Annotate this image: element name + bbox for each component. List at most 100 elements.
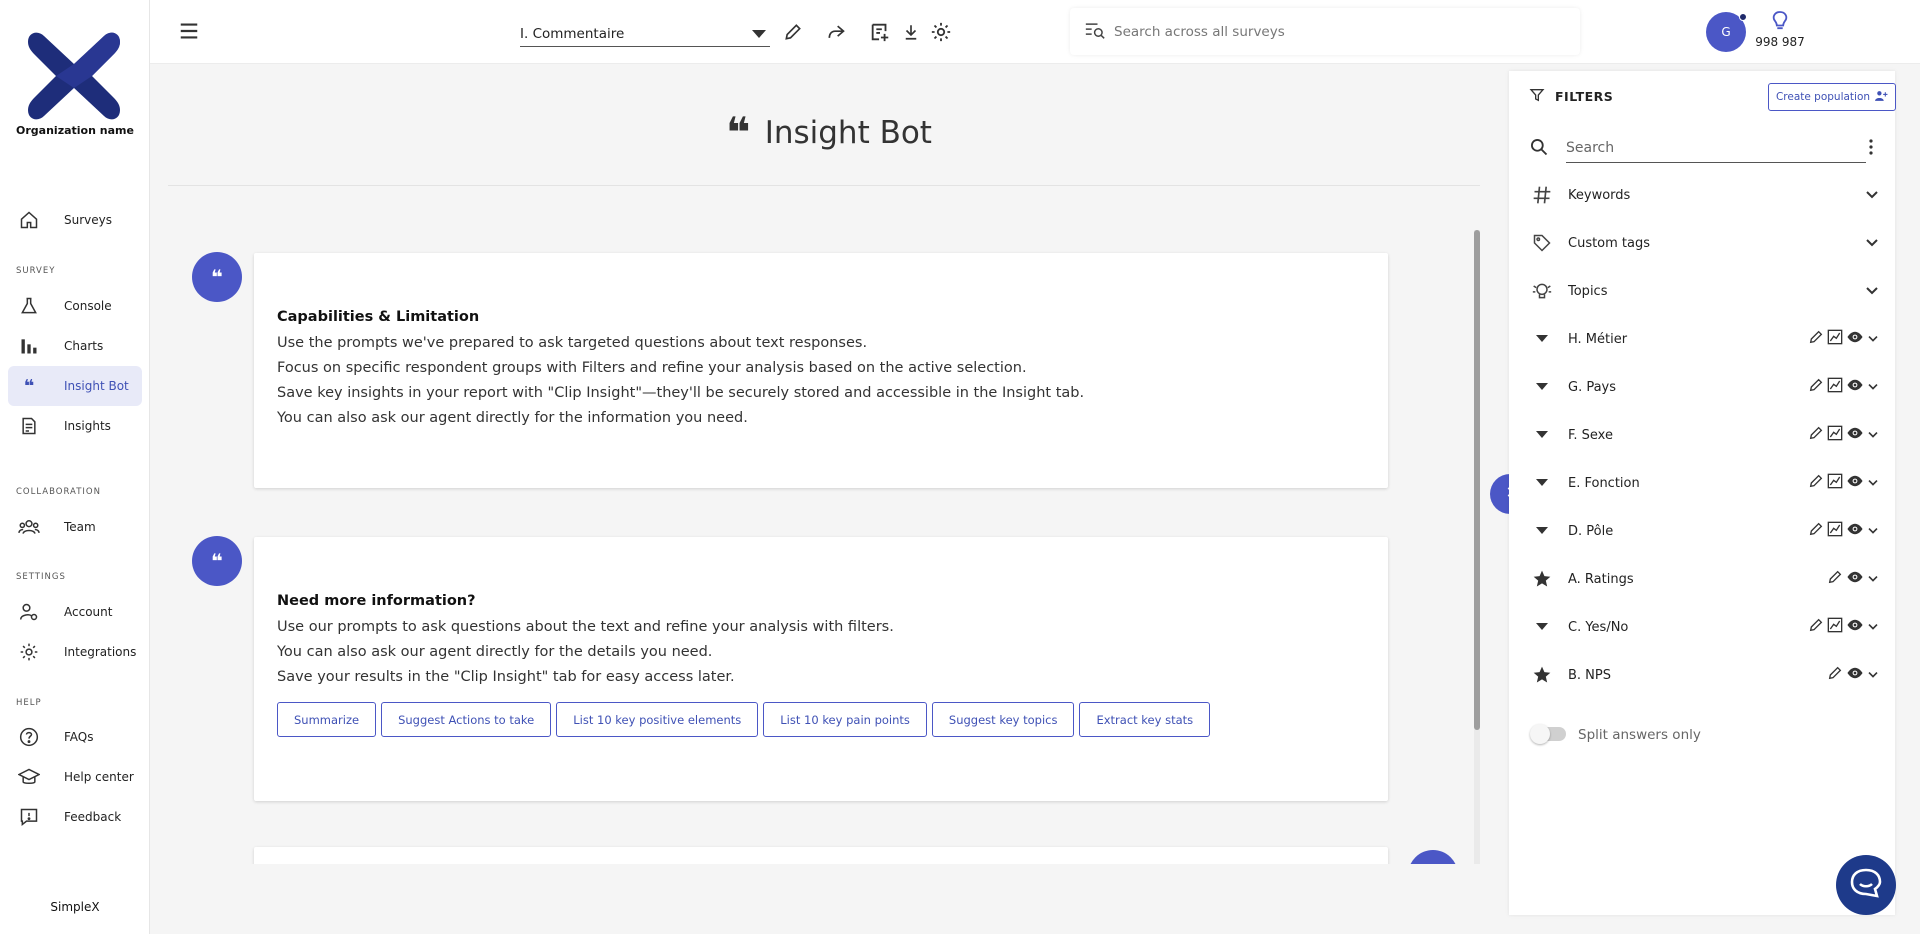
eye-icon[interactable]	[1846, 426, 1864, 444]
sidebar-item-help-center[interactable]: Help center	[8, 757, 142, 797]
prompt-summarize-button[interactable]: Summarize	[277, 702, 376, 737]
sidebar-item-charts[interactable]: Charts	[8, 326, 142, 366]
sidebar-item-insights[interactable]: Insights	[8, 406, 142, 446]
edit-icon[interactable]	[1808, 617, 1824, 637]
edit-icon[interactable]	[1808, 521, 1824, 541]
edit-icon[interactable]	[1827, 569, 1843, 589]
sidebar-item-faqs[interactable]: FAQs	[8, 717, 142, 757]
chart-icon[interactable]	[1827, 425, 1843, 445]
credits[interactable]: 998 987	[1750, 10, 1810, 49]
chevron-down-icon[interactable]	[1867, 668, 1879, 683]
chart-icon[interactable]	[1827, 329, 1843, 349]
filter-question-label: B. NPS	[1568, 668, 1827, 683]
user-settings-icon	[18, 601, 40, 623]
filter-question-row[interactable]: B. NPS	[1529, 657, 1879, 693]
eye-icon[interactable]	[1846, 618, 1864, 636]
global-search	[1070, 8, 1580, 55]
prompt-buttons: Summarize Suggest Actions to take List 1…	[277, 702, 1366, 737]
section-label-settings: SETTINGS	[16, 572, 66, 582]
filter-question-label: E. Fonction	[1568, 476, 1808, 491]
edit-icon[interactable]	[1808, 377, 1824, 397]
section-label-help: HELP	[16, 698, 42, 708]
chevron-down-icon[interactable]	[1867, 332, 1879, 347]
more-vert-icon[interactable]	[1869, 139, 1873, 159]
chart-icon[interactable]	[1827, 377, 1843, 397]
organization-name: Organization name	[0, 124, 150, 137]
menu-icon[interactable]	[178, 20, 200, 42]
settings-icon[interactable]	[929, 20, 953, 44]
eye-icon[interactable]	[1846, 474, 1864, 492]
page-title-text: Insight Bot	[765, 115, 932, 151]
sidebar-item-surveys[interactable]: Surveys	[8, 200, 142, 240]
prompt-positive-elements-button[interactable]: List 10 key positive elements	[556, 702, 758, 737]
sidebar-item-label: Account	[64, 605, 112, 619]
chevron-down-icon[interactable]	[1867, 620, 1879, 635]
avatar-initial: G	[1721, 25, 1730, 39]
edit-icon[interactable]	[1827, 665, 1843, 685]
card-line: You can also ask our agent directly for …	[277, 640, 1366, 665]
edit-icon[interactable]	[1808, 473, 1824, 493]
chart-icon[interactable]	[1827, 617, 1843, 637]
survey-select-value: I. Commentaire	[520, 26, 624, 42]
chat-scroll-area[interactable]: ❝ Capabilities & Limitation Use the prom…	[150, 230, 1480, 864]
create-population-button[interactable]: Create population	[1768, 83, 1896, 111]
split-answers-toggle[interactable]	[1532, 727, 1566, 741]
prompt-key-stats-button[interactable]: Extract key stats	[1079, 702, 1210, 737]
prompt-pain-points-button[interactable]: List 10 key pain points	[763, 702, 927, 737]
eye-icon[interactable]	[1846, 522, 1864, 540]
filter-group-keywords[interactable]: Keywords	[1529, 177, 1879, 213]
sidebar-item-account[interactable]: Account	[8, 592, 142, 632]
gear-icon	[18, 641, 40, 663]
chat-launcher-button[interactable]	[1836, 855, 1896, 915]
add-report-icon[interactable]	[868, 20, 892, 44]
sidebar-item-label: Feedback	[64, 810, 121, 824]
filter-question-row[interactable]: F. Sexe	[1529, 417, 1879, 453]
filter-question-row[interactable]: D. Pôle	[1529, 513, 1879, 549]
filter-question-row[interactable]: H. Métier	[1529, 321, 1879, 357]
filter-question-row[interactable]: E. Fonction	[1529, 465, 1879, 501]
filter-group-label: Custom tags	[1568, 236, 1865, 251]
prompt-key-topics-button[interactable]: Suggest key topics	[932, 702, 1075, 737]
card-line: You can also ask our agent directly for …	[277, 406, 1366, 431]
sidebar-item-feedback[interactable]: Feedback	[8, 797, 142, 837]
filter-question-actions	[1827, 569, 1879, 589]
chart-icon[interactable]	[1827, 473, 1843, 493]
edit-icon[interactable]	[1808, 425, 1824, 445]
message-card	[254, 847, 1388, 864]
edit-icon[interactable]	[1808, 329, 1824, 349]
filter-group-custom-tags[interactable]: Custom tags	[1529, 225, 1879, 261]
sidebar-item-insight-bot[interactable]: ❝ Insight Bot	[8, 366, 142, 406]
chevron-down-icon[interactable]	[1867, 428, 1879, 443]
card-line: Use the prompts we've prepared to ask ta…	[277, 331, 1366, 356]
chevron-down-icon[interactable]	[1867, 476, 1879, 491]
scrollbar-thumb[interactable]	[1474, 230, 1480, 730]
filter-group-topics[interactable]: Topics	[1529, 273, 1879, 309]
card-line: Use our prompts to ask questions about t…	[277, 615, 1366, 640]
chevron-down-icon[interactable]	[1867, 524, 1879, 539]
scrollbar[interactable]	[1474, 230, 1480, 864]
eye-icon[interactable]	[1846, 330, 1864, 348]
caret-icon	[1529, 326, 1555, 352]
chevron-down-icon	[1865, 238, 1879, 248]
chevron-down-icon[interactable]	[1867, 380, 1879, 395]
chevron-down-icon[interactable]	[1867, 572, 1879, 587]
topics-icon	[1529, 278, 1555, 304]
eye-icon[interactable]	[1846, 570, 1864, 588]
sidebar-item-console[interactable]: Console	[8, 286, 142, 326]
filter-question-label: A. Ratings	[1568, 572, 1827, 587]
filter-question-row[interactable]: C. Yes/No	[1529, 609, 1879, 645]
sidebar-item-team[interactable]: Team	[8, 507, 142, 547]
eye-icon[interactable]	[1846, 666, 1864, 684]
filter-question-row[interactable]: G. Pays	[1529, 369, 1879, 405]
filters-search-input[interactable]	[1566, 133, 1866, 163]
survey-select[interactable]: I. Commentaire	[520, 22, 770, 47]
prompt-suggest-actions-button[interactable]: Suggest Actions to take	[381, 702, 551, 737]
global-search-input[interactable]	[1114, 24, 1554, 40]
sidebar-item-integrations[interactable]: Integrations	[8, 632, 142, 672]
edit-icon[interactable]	[781, 20, 805, 44]
eye-icon[interactable]	[1846, 378, 1864, 396]
download-icon[interactable]	[899, 20, 923, 44]
share-icon[interactable]	[824, 20, 848, 44]
chart-icon[interactable]	[1827, 521, 1843, 541]
filter-question-row[interactable]: A. Ratings	[1529, 561, 1879, 597]
